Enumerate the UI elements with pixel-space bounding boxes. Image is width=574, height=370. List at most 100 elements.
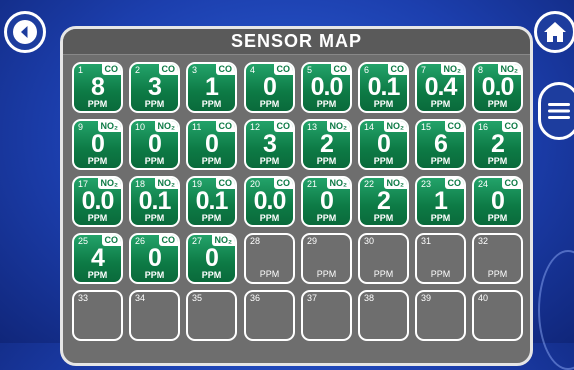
sensor-tile-10[interactable]: 10 NO₂ 0 PPM [129, 119, 180, 170]
sensor-tile-8[interactable]: 8 NO₂ 0.0 PPM [472, 62, 523, 113]
sensor-number: 29 [307, 236, 318, 246]
sensor-tile-6[interactable]: 6 CO 0.1 PPM [358, 62, 409, 113]
sensor-tile-29[interactable]: 29 PPM [301, 233, 352, 284]
sensor-unit: PPM [487, 156, 508, 166]
sensor-tile-3[interactable]: 3 CO 1 PPM [186, 62, 237, 113]
sensor-unit: PPM [316, 99, 337, 109]
sensor-value: 0.0 [310, 73, 344, 101]
sensor-tile-26[interactable]: 26 CO 0 PPM [129, 233, 180, 284]
sensor-tile-27[interactable]: 27 NO₂ 0 PPM [186, 233, 237, 284]
sensor-tile-9[interactable]: 9 NO₂ 0 PPM [72, 119, 123, 170]
sensor-unit: PPM [259, 99, 280, 109]
gas-type-label: CO [273, 64, 293, 75]
sensor-tile-25[interactable]: 25 CO 4 PPM [72, 233, 123, 284]
sensor-number: 32 [478, 236, 489, 246]
chevron-left-icon [13, 20, 37, 44]
sensor-tile-28[interactable]: 28 PPM [244, 233, 295, 284]
sensor-tile-36[interactable]: 36 [244, 290, 295, 341]
sensor-unit: PPM [430, 99, 451, 109]
sensor-value: 0 [148, 244, 162, 272]
sensor-unit: PPM [373, 269, 394, 279]
sensor-value: 0 [377, 130, 391, 158]
sensor-number: 28 [250, 236, 261, 246]
sensor-unit: PPM [201, 213, 222, 223]
sensor-number: 39 [421, 293, 432, 303]
sensor-tile-16[interactable]: 16 CO 2 PPM [472, 119, 523, 170]
gas-type-label: CO [273, 121, 293, 132]
sensor-tile-38[interactable]: 38 [358, 290, 409, 341]
sensor-tile-19[interactable]: 19 CO 0.1 PPM [186, 176, 237, 227]
sensor-value: 0.4 [424, 73, 458, 101]
sensor-value: 0.0 [81, 187, 115, 215]
sensor-tile-23[interactable]: 23 CO 1 PPM [415, 176, 466, 227]
sensor-value: 0.1 [195, 187, 229, 215]
sensor-map-panel: SENSOR MAP 1 CO 8 PPM 2 CO 3 PPM 3 CO 1 PPM 4 CO 0 PPM 5… [60, 26, 533, 366]
sensor-tile-24[interactable]: 24 CO 0 PPM [472, 176, 523, 227]
sensor-tile-11[interactable]: 11 CO 0 PPM [186, 119, 237, 170]
sensor-value: 0 [148, 130, 162, 158]
sensor-unit: PPM [144, 156, 165, 166]
home-button[interactable] [534, 11, 574, 53]
sensor-value: 0.0 [253, 187, 287, 215]
gas-type-label: CO [444, 178, 464, 189]
sensor-tile-33[interactable]: 33 [72, 290, 123, 341]
menu-button[interactable] [538, 82, 574, 140]
sensor-tile-7[interactable]: 7 NO₂ 0.4 PPM [415, 62, 466, 113]
sensor-value: 0 [205, 244, 219, 272]
sensor-tile-40[interactable]: 40 [472, 290, 523, 341]
sensor-value: 8 [91, 73, 105, 101]
sensor-tile-15[interactable]: 15 CO 6 PPM [415, 119, 466, 170]
sensor-unit: PPM [144, 99, 165, 109]
sensor-tile-30[interactable]: 30 PPM [358, 233, 409, 284]
sensor-tile-17[interactable]: 17 NO₂ 0.0 PPM [72, 176, 123, 227]
sensor-tile-20[interactable]: 20 CO 0.0 PPM [244, 176, 295, 227]
sensor-number: 37 [307, 293, 318, 303]
sensor-unit: PPM [259, 213, 280, 223]
sensor-tile-13[interactable]: 13 NO₂ 2 PPM [301, 119, 352, 170]
sensor-tile-18[interactable]: 18 NO₂ 0.1 PPM [129, 176, 180, 227]
sensor-tile-37[interactable]: 37 [301, 290, 352, 341]
sensor-value: 3 [148, 73, 162, 101]
sensor-unit: PPM [87, 99, 108, 109]
sensor-tile-4[interactable]: 4 CO 0 PPM [244, 62, 295, 113]
sensor-value: 0 [320, 187, 334, 215]
sensor-tile-2[interactable]: 2 CO 3 PPM [129, 62, 180, 113]
sensor-unit: PPM [373, 99, 394, 109]
sensor-unit: PPM [201, 156, 222, 166]
sensor-unit: PPM [430, 156, 451, 166]
sensor-tile-39[interactable]: 39 [415, 290, 466, 341]
sensor-tile-5[interactable]: 5 CO 0.0 PPM [301, 62, 352, 113]
sensor-unit: PPM [144, 270, 165, 280]
sensor-unit: PPM [487, 99, 508, 109]
sensor-value: 3 [263, 130, 277, 158]
sensor-tile-14[interactable]: 14 NO₂ 0 PPM [358, 119, 409, 170]
sensor-unit: PPM [259, 269, 280, 279]
gas-type-label: CO [501, 178, 521, 189]
sensor-tile-35[interactable]: 35 [186, 290, 237, 341]
sensor-unit: PPM [430, 269, 451, 279]
sensor-tile-31[interactable]: 31 PPM [415, 233, 466, 284]
sensor-unit: PPM [430, 213, 451, 223]
sensor-value: 4 [91, 244, 105, 272]
sensor-tile-22[interactable]: 22 NO₂ 2 PPM [358, 176, 409, 227]
sensor-value: 0 [263, 73, 277, 101]
sensor-tile-12[interactable]: 12 CO 3 PPM [244, 119, 295, 170]
sensor-tile-34[interactable]: 34 [129, 290, 180, 341]
home-icon [544, 22, 566, 42]
sensor-unit: PPM [87, 156, 108, 166]
sensor-unit: PPM [316, 156, 337, 166]
sensor-number: 40 [478, 293, 489, 303]
sensor-tile-32[interactable]: 32 PPM [472, 233, 523, 284]
sensor-unit: PPM [259, 156, 280, 166]
sensor-value: 0.1 [367, 73, 401, 101]
sensor-tile-21[interactable]: 21 NO₂ 0 PPM [301, 176, 352, 227]
back-button[interactable] [4, 11, 46, 53]
gas-type-label: CO [444, 121, 464, 132]
sensor-tile-1[interactable]: 1 CO 8 PPM [72, 62, 123, 113]
sensor-value: 1 [205, 73, 219, 101]
sensor-value: 6 [434, 130, 448, 158]
sensor-number: 34 [135, 293, 146, 303]
sensor-number: 35 [192, 293, 203, 303]
sensor-value: 0.0 [481, 73, 515, 101]
gas-type-label: CO [215, 64, 235, 75]
